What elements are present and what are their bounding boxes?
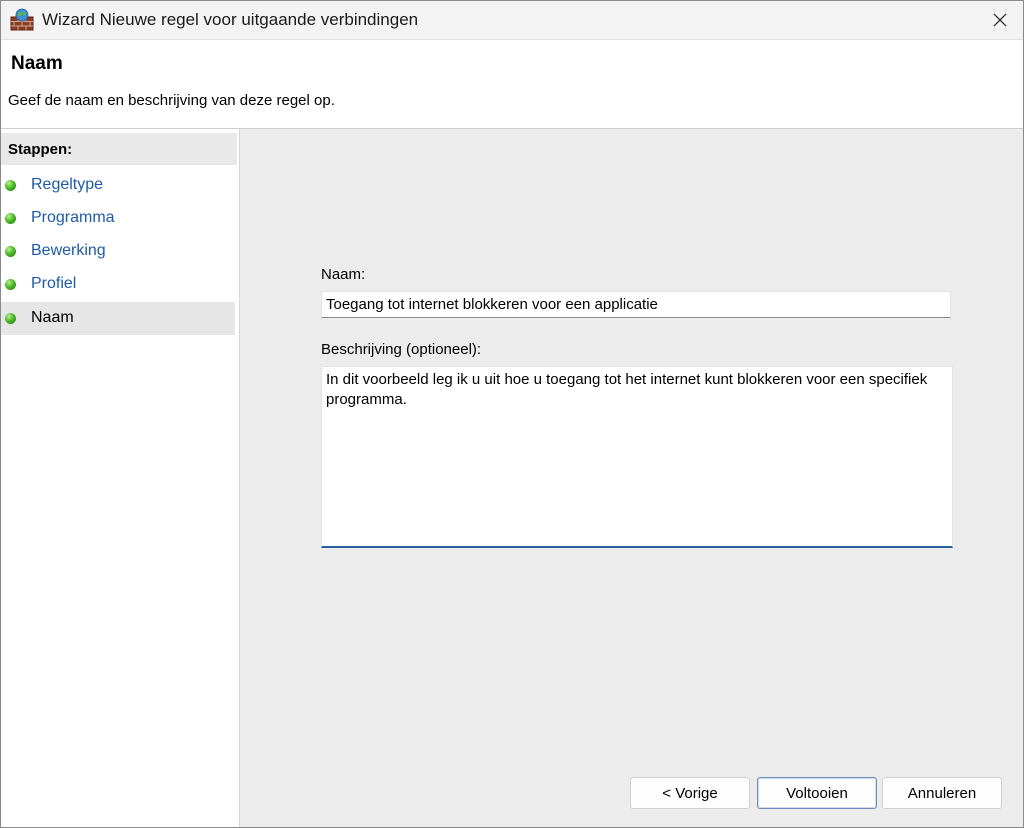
description-input[interactable]: In dit voorbeeld leg ik u uit hoe u toeg… (321, 366, 953, 548)
finish-button[interactable]: Voltooien (757, 777, 877, 809)
sidebar-item-bewerking[interactable]: Bewerking (1, 235, 235, 268)
cancel-button[interactable]: Annuleren (882, 777, 1002, 809)
window-title: Wizard Nieuwe regel voor uitgaande verbi… (42, 10, 419, 29)
green-dot-icon (5, 180, 16, 191)
sidebar-item-label: Regeltype (31, 176, 104, 193)
sidebar-item-label: Programma (31, 209, 115, 226)
close-button[interactable] (977, 1, 1023, 39)
wizard-window: Wizard Nieuwe regel voor uitgaande verbi… (0, 0, 1024, 828)
sidebar-item-profiel[interactable]: Profiel (1, 268, 235, 301)
sidebar-item-label: Profiel (31, 275, 77, 292)
sidebar-item-regeltype[interactable]: Regeltype (1, 169, 235, 202)
green-dot-icon (5, 246, 16, 257)
sidebar-item-naam[interactable]: Naam (1, 302, 235, 335)
wizard-header: Naam Geef de naam en beschrijving van de… (1, 40, 1023, 129)
name-input[interactable] (321, 291, 951, 318)
firewall-app-icon (10, 8, 34, 32)
sidebar-item-programma[interactable]: Programma (1, 202, 235, 235)
steps-heading: Stappen: (8, 141, 73, 158)
title-bar: Wizard Nieuwe regel voor uitgaande verbi… (1, 1, 1023, 40)
green-dot-icon (5, 313, 16, 324)
close-icon (993, 13, 1007, 27)
page-subtitle: Geef de naam en beschrijving van deze re… (8, 92, 335, 109)
green-dot-icon (5, 213, 16, 224)
steps-header: Stappen: (1, 133, 237, 165)
description-label: Beschrijving (optioneel): (321, 341, 482, 358)
wizard-content: Naam: Beschrijving (optioneel): In dit v… (240, 129, 1023, 827)
name-label: Naam: (321, 266, 366, 283)
green-dot-icon (5, 279, 16, 290)
steps-sidebar: Stappen: Regeltype Programma Bewerking P… (1, 129, 240, 827)
page-title: Naam (11, 53, 63, 74)
sidebar-item-label: Naam (31, 309, 74, 326)
sidebar-item-label: Bewerking (31, 242, 106, 259)
back-button[interactable]: < Vorige (630, 777, 750, 809)
